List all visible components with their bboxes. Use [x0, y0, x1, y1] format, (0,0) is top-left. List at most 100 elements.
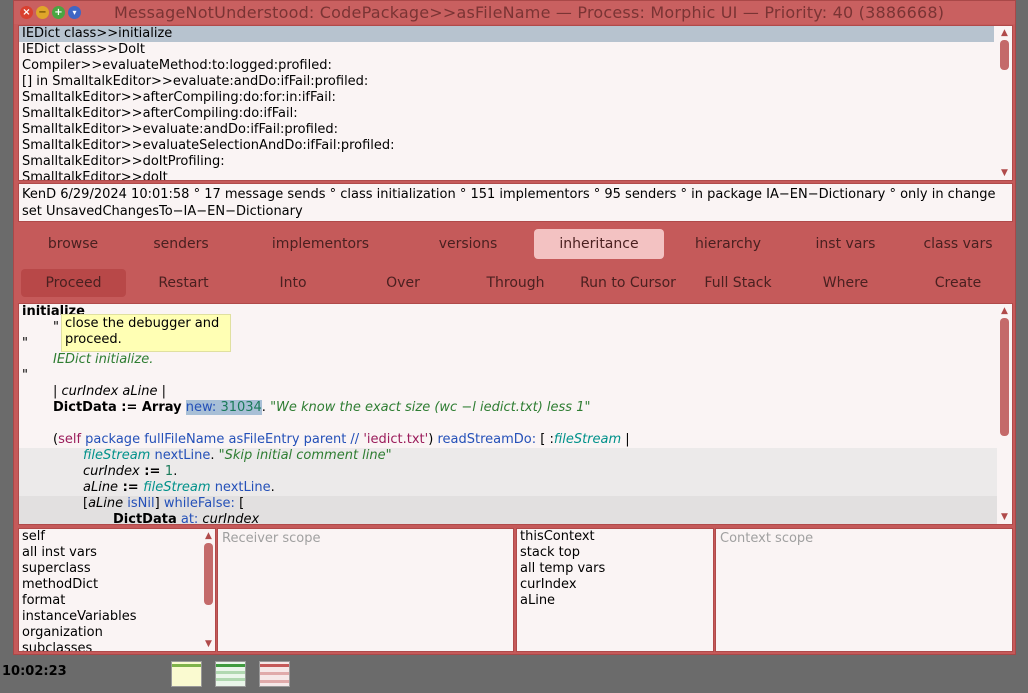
- temp-curindex: curIndex: [61, 384, 119, 399]
- temp-aline: aLine: [122, 384, 158, 399]
- list-item[interactable]: thisContext: [517, 529, 713, 545]
- stack-item[interactable]: SmalltalkEditor>>doIt: [19, 170, 1012, 180]
- filename-string: 'iedict.txt': [363, 432, 429, 447]
- scroll-thumb[interactable]: [1000, 318, 1009, 436]
- where-button[interactable]: Where: [803, 269, 888, 297]
- tab-class-vars[interactable]: class vars: [908, 229, 1008, 259]
- scroll-thumb[interactable]: [204, 543, 213, 605]
- taskbar-window-thumbnail[interactable]: [259, 661, 290, 687]
- menu-icon[interactable]: ▾: [68, 6, 81, 19]
- stack-scrollbar[interactable]: ▲ ▼: [1000, 28, 1009, 178]
- debugger-controls: Proceed Restart Into Over Through Run to…: [18, 266, 1013, 300]
- dot: .: [270, 480, 275, 495]
- tab-browse[interactable]: browse: [23, 229, 123, 259]
- list-item[interactable]: methodDict: [19, 577, 215, 593]
- code-line-readstream: (self package fullFileName asFileEntry p…: [53, 432, 630, 448]
- tab-versions[interactable]: versions: [418, 229, 518, 259]
- over-button[interactable]: Over: [358, 269, 448, 297]
- stack-item[interactable]: SmalltalkEditor>>evaluate:andDo:ifFail:p…: [19, 122, 1012, 138]
- debugger-window: × − + ▾ MessageNotUnderstood: CodePackag…: [13, 0, 1016, 655]
- code-line-while: [aLine isNil] whileFalse: [: [83, 496, 244, 512]
- context-fields-list[interactable]: thisContext stack top all temp vars curI…: [516, 528, 714, 652]
- through-button[interactable]: Through: [468, 269, 563, 297]
- list-item[interactable]: superclass: [19, 561, 215, 577]
- proceed-tooltip: close the debugger and proceed.: [61, 314, 231, 352]
- assign-op: :=: [139, 464, 165, 479]
- tab-hierarchy[interactable]: hierarchy: [678, 229, 778, 259]
- stack-item[interactable]: SmalltalkEditor>>doItProfiling:: [19, 154, 1012, 170]
- full-stack-button[interactable]: Full Stack: [693, 269, 783, 297]
- tooltip-line: proceed.: [65, 332, 122, 347]
- array-class: Array: [141, 400, 182, 415]
- code-editor[interactable]: initialize " " IEDict initialize. " | cu…: [18, 303, 1013, 525]
- temps-close: |: [157, 384, 166, 399]
- list-item[interactable]: all temp vars: [517, 561, 713, 577]
- close-icon[interactable]: ×: [20, 6, 33, 19]
- stack-item[interactable]: IEDict class>>DoIt: [19, 42, 1012, 58]
- taskbar-window-thumbnail[interactable]: [171, 661, 202, 687]
- tab-inst-vars[interactable]: inst vars: [798, 229, 893, 259]
- run-to-cursor-button[interactable]: Run to Cursor: [573, 269, 683, 297]
- method-info: KenD 6/29/2024 10:01:58 ° 17 message sen…: [18, 183, 1013, 222]
- block-param: fileStream: [553, 432, 622, 447]
- list-item[interactable]: subclasses: [19, 641, 215, 651]
- list-item[interactable]: aLine: [517, 593, 713, 609]
- tab-senders[interactable]: senders: [131, 229, 231, 259]
- code-line-dictdata: DictData := Array new: 31034. "We know t…: [53, 400, 590, 416]
- dot: .: [173, 464, 178, 479]
- proceed-button[interactable]: Proceed: [21, 269, 126, 297]
- code-comment-open-2: ": [22, 336, 28, 351]
- scroll-up-icon[interactable]: ▲: [1000, 306, 1009, 316]
- code-line-at: DictData at: curIndex: [113, 512, 259, 525]
- list-item[interactable]: instanceVariables: [19, 609, 215, 625]
- maximize-icon[interactable]: +: [52, 6, 65, 19]
- list-item[interactable]: stack top: [517, 545, 713, 561]
- code-comment-close: ": [22, 368, 28, 383]
- at-keyword: at:: [176, 512, 199, 525]
- scroll-up-icon[interactable]: ▲: [204, 531, 213, 541]
- list-item[interactable]: curIndex: [517, 577, 713, 593]
- aline-var: aLine: [83, 480, 119, 495]
- restart-button[interactable]: Restart: [136, 269, 231, 297]
- stack-item[interactable]: IEDict class>>initialize: [19, 26, 994, 42]
- tab-inheritance[interactable]: inheritance: [534, 229, 664, 259]
- new-number: 31034: [220, 400, 262, 415]
- code-comment-body: IEDict initialize.: [53, 352, 154, 367]
- into-button[interactable]: Into: [248, 269, 338, 297]
- tab-implementors[interactable]: implementors: [258, 229, 383, 259]
- stack-item[interactable]: Compiler>>evaluateMethod:to:logged:profi…: [19, 58, 1012, 74]
- code-scrollbar[interactable]: ▲ ▼: [1000, 306, 1009, 522]
- stack-item[interactable]: SmalltalkEditor>>evaluateSelectionAndDo:…: [19, 138, 1012, 154]
- list-item[interactable]: self: [19, 529, 215, 545]
- size-comment: "We know the exact size (wc −l iedict.tx…: [270, 400, 591, 415]
- list-item[interactable]: all inst vars: [19, 545, 215, 561]
- minimize-icon[interactable]: −: [36, 6, 49, 19]
- assign-op: :=: [118, 480, 144, 495]
- bracket-close: ]: [154, 496, 164, 511]
- stack-item[interactable]: SmalltalkEditor>>afterCompiling:do:for:i…: [19, 90, 1012, 106]
- stack-item[interactable]: [] in SmalltalkEditor>>evaluate:andDo:if…: [19, 74, 1012, 90]
- skip-comment: "Skip initial comment line": [218, 448, 392, 463]
- list-item[interactable]: organization: [19, 625, 215, 641]
- scroll-down-icon[interactable]: ▼: [1000, 168, 1009, 178]
- scroll-down-icon[interactable]: ▼: [204, 639, 213, 649]
- context-scope[interactable]: Context scope: [715, 528, 1013, 652]
- method-info-text: KenD 6/29/2024 10:01:58 ° 17 message sen…: [22, 187, 996, 219]
- taskbar: 10:02:23: [0, 657, 1028, 693]
- receiver-scope[interactable]: Receiver scope: [217, 528, 514, 652]
- scroll-thumb[interactable]: [1000, 40, 1009, 70]
- list-item[interactable]: format: [19, 593, 215, 609]
- create-button[interactable]: Create: [913, 269, 1003, 297]
- receiver-scrollbar[interactable]: ▲ ▼: [204, 531, 213, 649]
- receiver-scope-placeholder: Receiver scope: [222, 531, 321, 546]
- assign-op: :=: [116, 400, 142, 415]
- whilefalse-keyword: whileFalse:: [163, 496, 235, 511]
- scroll-up-icon[interactable]: ▲: [1000, 28, 1009, 38]
- scroll-down-icon[interactable]: ▼: [1000, 512, 1009, 522]
- receiver-fields-list[interactable]: self all inst vars superclass methodDict…: [18, 528, 216, 652]
- curindex-var: curIndex: [83, 464, 140, 479]
- stack-list[interactable]: IEDict class>>initialize IEDict class>>D…: [18, 25, 1013, 181]
- stack-item[interactable]: SmalltalkEditor>>afterCompiling:do:ifFai…: [19, 106, 1012, 122]
- title-bar[interactable]: × − + ▾ MessageNotUnderstood: CodePackag…: [14, 1, 1015, 24]
- taskbar-window-thumbnail[interactable]: [215, 661, 246, 687]
